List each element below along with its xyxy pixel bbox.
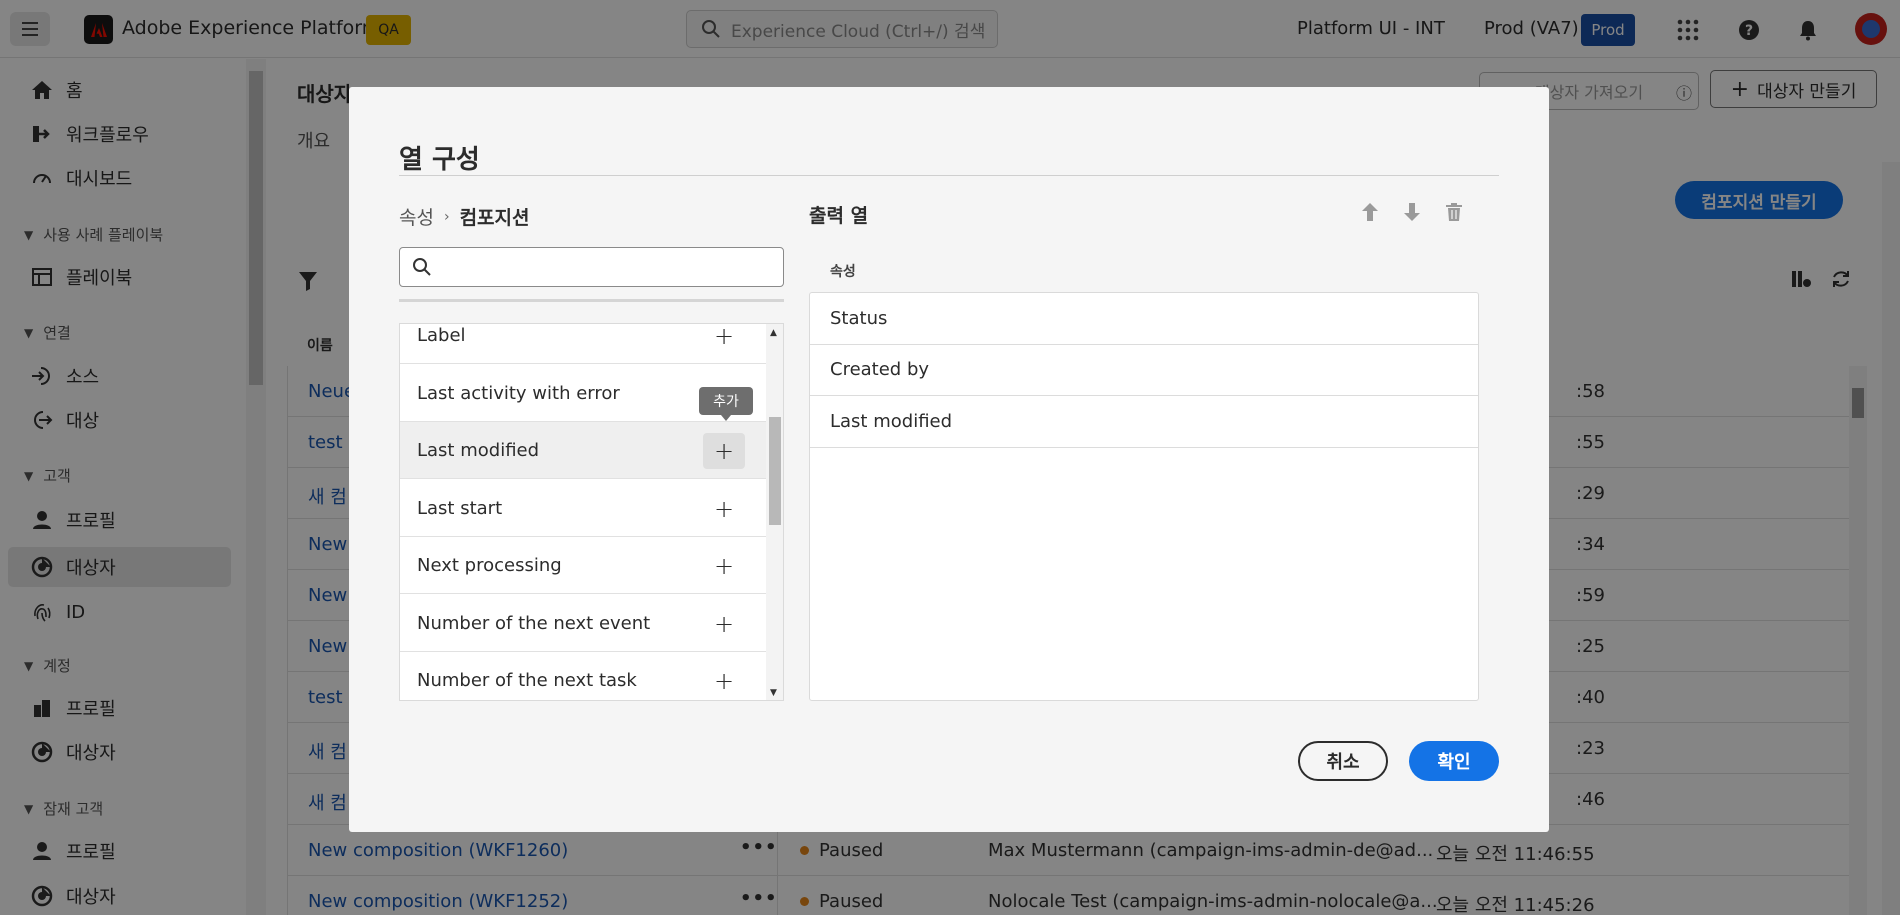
output-columns-title: 출력 열: [809, 205, 869, 227]
attribute-list-item[interactable]: Label +: [400, 324, 766, 364]
confirm-button[interactable]: 확인: [1409, 741, 1499, 781]
attribute-list: Number of the next task + Number of the ne…: [399, 323, 784, 701]
scrollbar-thumb[interactable]: [769, 417, 781, 525]
add-attribute-button[interactable]: +: [703, 433, 745, 469]
attribute-list-item[interactable]: Number of the next event +: [400, 594, 766, 652]
move-up-icon[interactable]: [1359, 201, 1381, 223]
attribute-label: Number of the next event: [417, 612, 651, 634]
search-icon: [413, 258, 431, 276]
configure-columns-dialog: 열 구성 속성 › 컴포지션 Number of the next task + N…: [349, 87, 1549, 832]
scroll-down-icon[interactable]: ▼: [770, 688, 777, 698]
output-column-item[interactable]: Last modified: [810, 396, 1478, 448]
output-column-item[interactable]: Status: [810, 293, 1478, 345]
add-attribute-button[interactable]: +: [703, 324, 745, 354]
add-tooltip: 추가: [699, 387, 753, 421]
breadcrumb: 속성 › 컴포지션: [399, 203, 530, 230]
output-columns-list: Status Created by Last modified: [809, 292, 1479, 701]
add-attribute-button[interactable]: +: [703, 663, 745, 699]
add-attribute-button[interactable]: +: [703, 548, 745, 584]
attribute-label: Last start: [417, 497, 503, 519]
attribute-list-item[interactable]: Number of the next task +: [400, 652, 766, 700]
attribute-list-item[interactable]: Last modified +: [400, 422, 766, 479]
attribute-label: Last activity with error: [417, 382, 620, 404]
chevron-right-icon: ›: [443, 208, 450, 225]
attribute-list-item[interactable]: Last start +: [400, 479, 766, 537]
scroll-up-icon[interactable]: ▲: [770, 328, 777, 338]
attribute-label: Last modified: [417, 440, 540, 461]
cancel-button[interactable]: 취소: [1298, 741, 1388, 781]
breadcrumb-current: 컴포지션: [459, 207, 530, 229]
output-column-item[interactable]: Created by: [810, 345, 1478, 396]
divider: [399, 299, 784, 302]
attribute-list-scrollbar[interactable]: ▲ ▼: [766, 324, 783, 700]
add-attribute-button[interactable]: +: [703, 606, 745, 642]
divider: [399, 175, 1499, 176]
add-attribute-button[interactable]: +: [703, 491, 745, 527]
attribute-label: Label: [417, 325, 466, 346]
attribute-label: Number of the next task: [417, 670, 637, 691]
attribute-label: Next processing: [417, 555, 562, 576]
output-column-header: 속성: [830, 264, 856, 280]
attribute-search-input[interactable]: [442, 257, 762, 277]
dialog-title: 열 구성: [399, 145, 480, 175]
attribute-search-field[interactable]: [399, 247, 784, 287]
move-down-icon[interactable]: [1401, 201, 1423, 223]
attribute-list-item[interactable]: Next processing +: [400, 537, 766, 594]
breadcrumb-root[interactable]: 속성: [399, 203, 434, 230]
delete-trash-icon[interactable]: [1443, 201, 1465, 223]
